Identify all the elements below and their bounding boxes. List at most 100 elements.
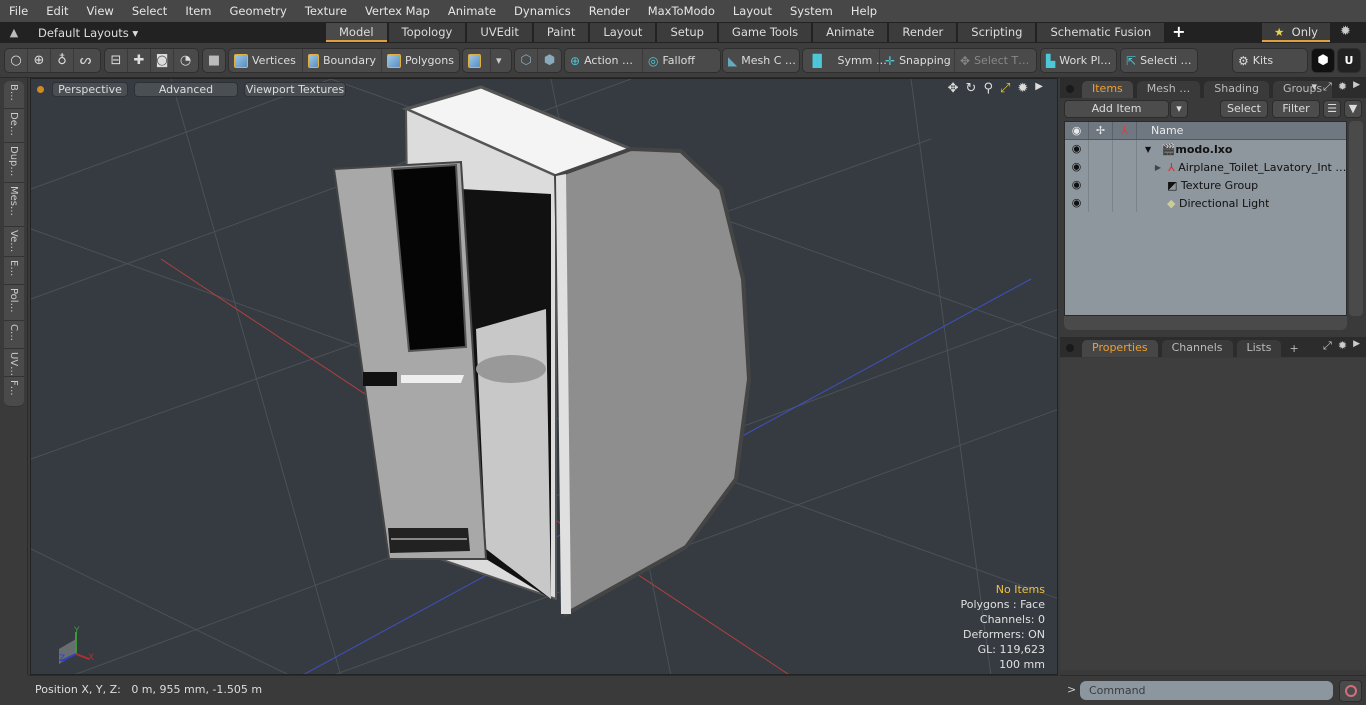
mode-dropdown-chevron-icon[interactable]: ▾ [491, 49, 507, 72]
perspective-button[interactable]: Perspective [52, 81, 128, 97]
left-tab-duplicate[interactable]: Dup… [4, 143, 24, 183]
properties-gear-icon[interactable]: ✹ [1338, 339, 1347, 353]
rotate-icon[interactable]: ↻ [966, 81, 977, 96]
menu-texture[interactable]: Texture [296, 0, 356, 22]
symmetry-button[interactable]: ▐▌ Symm … [803, 49, 887, 72]
advanced-button[interactable]: Advanced [134, 81, 238, 97]
local-axis-icon[interactable]: ⬢ [538, 49, 561, 72]
menu-view[interactable]: View [78, 0, 123, 22]
properties-menu-arrow-icon[interactable]: ▶ [1353, 339, 1360, 353]
left-tab-basic[interactable]: B… [4, 81, 24, 109]
visibility-eye-icon[interactable]: ◉ [1065, 194, 1089, 212]
tab-paint[interactable]: Paint [533, 23, 589, 42]
tab-topology[interactable]: Topology [388, 23, 466, 42]
viewport-textures-button[interactable]: Viewport Textures [244, 81, 346, 97]
tree-row[interactable]: ◉ ◆ Directional Light [1065, 194, 1346, 212]
filter-funnel-icon[interactable]: ▼ [1344, 100, 1362, 118]
menu-render[interactable]: Render [580, 0, 639, 22]
menu-system[interactable]: System [781, 0, 842, 22]
list-options-icon[interactable]: ☰ [1323, 100, 1341, 118]
visibility-eye-icon[interactable]: ◉ [1065, 176, 1089, 194]
frame-circle-icon[interactable]: ◙ [151, 49, 174, 72]
left-tab-fusion[interactable]: F… [4, 377, 24, 407]
maximize-icon[interactable]: ⤢ [1000, 81, 1010, 96]
menu-help[interactable]: Help [842, 0, 886, 22]
select-through-button[interactable]: ✥ Select T… [955, 49, 1034, 72]
record-macro-button[interactable] [1339, 680, 1362, 702]
tab-shading[interactable]: Shading [1204, 81, 1269, 98]
add-properties-tab-button[interactable]: + [1289, 340, 1298, 357]
expand-properties-icon[interactable]: ⤢ [1323, 339, 1332, 353]
gear-icon[interactable]: ✹ [1340, 24, 1351, 39]
add-item-button[interactable]: Add Item [1064, 100, 1169, 118]
add-item-dropdown-icon[interactable]: ▾ [1170, 100, 1188, 118]
grid-cross-icon[interactable]: ✚ [128, 49, 151, 72]
tab-properties[interactable]: Properties [1082, 340, 1158, 357]
menu-select[interactable]: Select [123, 0, 176, 22]
left-tab-uv[interactable]: UV… [4, 349, 24, 377]
sphere-select-icon[interactable]: ○ [5, 49, 28, 72]
tab-lists[interactable]: Lists [1236, 340, 1282, 357]
dial-icon[interactable]: ◔ [174, 49, 197, 72]
tab-items[interactable]: Items [1082, 81, 1133, 98]
left-tab-curve[interactable]: C… [4, 321, 24, 349]
panel-gear-icon[interactable]: ✹ [1338, 80, 1347, 94]
left-tab-deform[interactable]: De… [4, 109, 24, 143]
locator-column-icon[interactable]: ⅄ [1113, 122, 1137, 139]
tree-row[interactable]: ◉ ▼ 🎬 modo.lxo [1065, 140, 1346, 158]
left-tab-edge[interactable]: E… [4, 257, 24, 285]
tab-uvedit[interactable]: UVEdit [467, 23, 532, 42]
add-tab-button[interactable]: + [1172, 22, 1185, 43]
falloff-button[interactable]: ◎ Falloff [643, 49, 720, 72]
tab-channels[interactable]: Channels [1161, 340, 1233, 357]
tab-render[interactable]: Render [889, 23, 957, 42]
unity-button[interactable]: ⬢ [1311, 48, 1335, 73]
left-tab-polygon[interactable]: Pol… [4, 285, 24, 321]
tab-layout[interactable]: Layout [590, 23, 656, 42]
properties-options-dot[interactable] [1066, 344, 1074, 352]
visibility-eye-icon[interactable]: ◉ [1065, 158, 1089, 176]
boundary-button[interactable]: Boundary [303, 49, 382, 72]
vertices-button[interactable]: Vertices [229, 49, 303, 72]
lock-column-icon[interactable]: ✢ [1089, 122, 1113, 139]
viewport-gear-icon[interactable]: ✹ [1017, 81, 1028, 96]
panel-menu-arrow-icon[interactable]: ▶ [1353, 80, 1360, 94]
command-input[interactable]: Command [1080, 681, 1333, 700]
menu-edit[interactable]: Edit [37, 0, 77, 22]
tab-scripting[interactable]: Scripting [958, 23, 1036, 42]
collapse-triangle-icon[interactable]: ▼ [1145, 145, 1151, 154]
menu-maxtomodo[interactable]: MaxToModo [639, 0, 724, 22]
left-tab-mesh-edit[interactable]: Mes… [4, 183, 24, 227]
polygons-button[interactable]: Polygons [382, 49, 459, 72]
select-button[interactable]: Select [1220, 100, 1268, 118]
menu-vertex-map[interactable]: Vertex Map [356, 0, 439, 22]
menu-file[interactable]: File [0, 0, 37, 22]
item-tree-vertical-scrollbar[interactable] [1349, 121, 1363, 316]
action-center-button[interactable]: ⊕ Action … [565, 49, 643, 72]
world-axis-icon[interactable]: ⬡ [515, 49, 538, 72]
unreal-button[interactable]: U [1337, 48, 1361, 73]
tabs-dropdown-icon[interactable]: ▾ [1312, 80, 1318, 94]
tab-game-tools[interactable]: Game Tools [718, 23, 812, 42]
visibility-column-icon[interactable]: ◉ [1065, 122, 1089, 139]
menu-item[interactable]: Item [176, 0, 220, 22]
menu-dynamics[interactable]: Dynamics [505, 0, 580, 22]
only-toggle[interactable]: ★ Only [1262, 23, 1330, 42]
menu-animate[interactable]: Animate [439, 0, 505, 22]
snapping-button[interactable]: ✛ Snapping [880, 49, 955, 72]
tree-row[interactable]: ◉ ▶ ⅄ Airplane_Toilet_Lavatory_Int … [1065, 158, 1346, 176]
selection-sets-button[interactable]: ⇱ Selecti … [1121, 49, 1197, 72]
work-plane-button[interactable]: ▙ Work Pl… [1041, 49, 1116, 72]
mesh-constraint-button[interactable]: ◣ Mesh C … [723, 49, 801, 72]
expand-triangle-icon[interactable]: ▶ [1155, 163, 1161, 172]
tab-mesh[interactable]: Mesh … [1136, 81, 1201, 98]
default-layouts-dropdown[interactable]: Default Layouts ▾ [38, 26, 328, 40]
tab-setup[interactable]: Setup [657, 23, 717, 42]
menu-geometry[interactable]: Geometry [221, 0, 296, 22]
pan-icon[interactable]: ✥ [948, 81, 959, 96]
filter-button[interactable]: Filter [1272, 100, 1320, 118]
tab-schematic-fusion[interactable]: Schematic Fusion [1037, 23, 1165, 42]
path-tool-icon[interactable]: ᔕ [74, 49, 97, 72]
globe-icon[interactable]: ⊕ [28, 49, 51, 72]
3d-viewport[interactable]: Y X Z Perspective Advanced Viewport Text… [30, 78, 1058, 675]
